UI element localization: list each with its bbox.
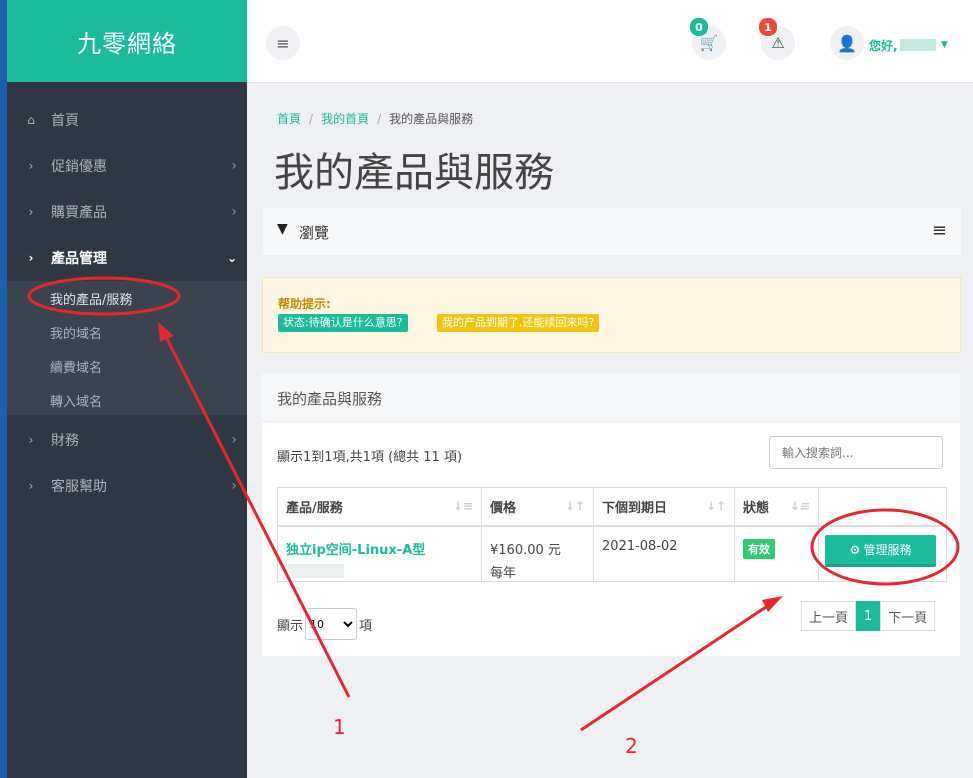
pagination: 上一頁 1 下一頁 [801,601,936,631]
alerts-button[interactable]: ⚠ 1 [758,17,795,60]
caret-down-icon[interactable]: ▼ [941,40,948,50]
manage-service-button[interactable]: ⚙ 管理服務 [825,535,936,567]
status-badge: 有效 [743,539,775,559]
chevron-right-icon: › [231,432,237,448]
menu-toggle-icon[interactable]: ≡ [266,26,300,60]
chevron-right-icon: › [28,159,34,173]
sort-icon: ↓↑ [564,499,585,513]
chevron-down-icon: ⌄ [226,251,237,265]
gear-icon: ⚙ [849,542,864,557]
cell-due: 2021-08-02 [593,525,735,582]
list-menu-icon[interactable]: ≡ [932,220,947,241]
prev-page-button[interactable]: 上一頁 [801,601,857,631]
search-input[interactable] [769,436,943,469]
sidebar-item-label: 購買產品 [51,205,107,221]
next-page-button[interactable]: 下一頁 [880,601,936,631]
sidebar-item-label: 首頁 [51,113,79,129]
column-header-status[interactable]: 狀態 ↓≡ [734,487,819,527]
products-panel: 我的產品與服務 顯示1到1項,共1項 (總共 11 項) 產品/服務↓≡ 價格↓… [262,373,960,656]
sidebar-subitem-transfer-domains[interactable]: 轉入域名 [50,391,102,410]
breadcrumb-home[interactable]: 首頁 [277,112,301,126]
column-header-product[interactable]: 產品/服務 ↓≡ [277,487,482,527]
sidebar-item-promotions[interactable]: › 促銷優惠 › [7,143,247,189]
help-title: 帮助提示: [278,297,331,311]
page-1-button[interactable]: 1 [856,601,881,631]
panel-title: 我的產品與服務 [277,390,383,408]
home-icon: ⌂ [27,113,35,127]
page-length: 顯示 10 項 [277,608,372,640]
sort-icon: ↓↑ [705,499,726,513]
chevron-right-icon: › [231,204,237,220]
sidebar-item-home[interactable]: ⌂ 首頁 [7,97,247,143]
sidebar-item-support[interactable]: › 客服幫助 › [7,463,247,509]
help-tag-expired[interactable]: 我的产品到期了,还能续回来吗? [437,314,600,332]
sort-icon: ↓≡ [789,499,810,513]
sidebar-item-label: 財務 [51,433,79,449]
domain-blurred [286,564,344,578]
filter-label: 瀏覽 [299,224,330,242]
sidebar-item-buy[interactable]: › 購買產品 › [7,189,247,235]
chevron-right-icon: › [28,251,34,265]
page-title: 我的產品與服務 [274,150,554,196]
breadcrumb-my-home[interactable]: 我的首頁 [321,112,369,126]
product-link[interactable]: 独立ip空间-Linux-A型 [286,543,425,558]
help-tag-pending[interactable]: 状态:待确认是什么意思? [278,314,408,332]
sidebar-item-product-management[interactable]: › 產品管理 ⌄ [7,235,247,281]
table-info: 顯示1到1項,共1項 (總共 11 項) [277,450,463,465]
user-avatar-icon[interactable]: 👤 [830,26,864,60]
filter-bar[interactable]: ▼ 瀏覽 ≡ [262,207,962,256]
panel-header: 我的產品與服務 [262,373,960,422]
sort-icon: ↓≡ [452,499,473,513]
annotation-number-2: 2 [625,734,638,758]
sidebar-item-label: 產品管理 [51,251,107,267]
cart-button[interactable]: 🛒 0 [689,17,726,60]
warning-icon: ⚠ [771,34,785,52]
cell-price: ¥160.00 元每年 [481,525,594,582]
desktop-edge [0,0,7,778]
cell-status: 有效 [734,525,819,582]
user-greeting[interactable]: 您好, [869,37,898,54]
cart-icon: 🛒 [699,34,719,52]
chevron-right-icon: › [231,158,237,174]
sidebar: 九零網絡 ⌂ 首頁 › 促銷優惠 › › 購買產品 › › 產品管理 ⌄ 我的產… [7,0,247,778]
sidebar-subitem-renew-domains[interactable]: 續費域名 [50,357,102,376]
sidebar-item-label: 客服幫助 [51,479,107,495]
filter-icon: ▼ [277,221,288,237]
chevron-right-icon: › [28,205,34,219]
sidebar-item-label: 促銷優惠 [51,159,107,175]
cell-product: 独立ip空间-Linux-A型 [277,525,482,582]
breadcrumb-current: 我的產品與服務 [389,112,474,126]
breadcrumb: 首頁 / 我的首頁 / 我的產品與服務 [277,112,474,126]
brand-logo[interactable]: 九零網絡 [7,0,247,82]
chevron-right-icon: › [28,479,34,493]
help-tips: 帮助提示: 状态:待确认是什么意思? 我的产品到期了,还能续回来吗? [262,277,961,353]
sidebar-item-finance[interactable]: › 財務 › [7,417,247,463]
column-header-action [818,487,947,527]
alert-count-badge: 1 [758,17,778,37]
sidebar-subitem-my-products[interactable]: 我的產品/服務 [50,289,132,308]
page-length-select[interactable]: 10 [305,608,358,640]
chevron-right-icon: › [28,433,34,447]
annotation-number-1: 1 [333,715,346,739]
column-header-price[interactable]: 價格 ↓↑ [481,487,594,527]
topbar: ≡ 🛒 0 ⚠ 1 👤 您好, ▼ [247,0,973,83]
sidebar-submenu: 我的產品/服務 我的域名 續費域名 轉入域名 [7,281,247,415]
chevron-right-icon: › [231,478,237,494]
cart-count-badge: 0 [689,17,709,37]
username-blurred [900,39,936,51]
column-header-due[interactable]: 下個到期日 ↓↑ [593,487,735,527]
sidebar-subitem-my-domains[interactable]: 我的域名 [50,323,102,342]
